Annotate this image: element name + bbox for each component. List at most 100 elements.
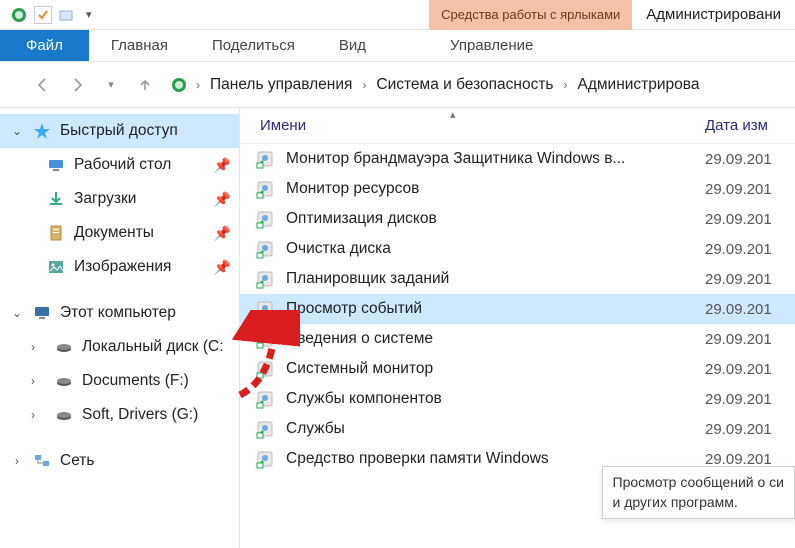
sidebar-item-label: Локальный диск (C: [82,338,224,356]
crumb-2[interactable]: Администрирова [576,74,702,96]
sidebar-item-label: Документы [74,224,154,242]
new-folder-icon[interactable] [58,6,76,24]
sort-indicator-icon: ▴ [450,108,456,121]
app-icon [10,6,28,24]
caret-down-icon[interactable]: ⌄ [10,306,24,320]
list-item[interactable]: Просмотр событий29.09.201 [240,294,795,324]
control-panel-icon [170,76,188,94]
shortcut-icon [254,208,276,230]
file-date: 29.09.201 [705,151,795,168]
sidebar-item-label: Soft, Drivers (G:) [82,406,198,424]
up-button[interactable] [132,72,158,98]
file-name: Монитор брандмауэра Защитника Windows в.… [286,150,705,168]
caret-right-icon[interactable]: › [26,340,40,354]
tab-manage[interactable]: Управление [428,30,555,61]
ribbon-context-label: Средства работы с ярлыками [429,0,632,30]
crumb-0[interactable]: Панель управления [208,74,354,96]
pin-icon[interactable]: 📌 [214,157,231,174]
sidebar-item[interactable]: › Soft, Drivers (G:) [0,398,239,432]
list-item[interactable]: Планировщик заданий29.09.201 [240,264,795,294]
caret-right-icon[interactable]: › [10,454,24,468]
file-name: Службы [286,420,705,438]
column-headers: Имени Дата изм [240,108,795,144]
tab-file[interactable]: Файл [0,30,89,61]
file-name: Службы компонентов [286,390,705,408]
column-name[interactable]: Имени [240,117,705,134]
tab-share[interactable]: Поделиться [190,30,317,61]
file-date: 29.09.201 [705,271,795,288]
qat-dropdown-icon[interactable]: ▾ [82,8,96,21]
disk-icon [54,405,74,425]
list-item[interactable]: Монитор ресурсов29.09.201 [240,174,795,204]
pin-icon[interactable]: 📌 [214,225,231,242]
back-button[interactable] [30,72,56,98]
file-date: 29.09.201 [705,331,795,348]
sidebar-item-quick-access[interactable]: ⌄ Быстрый доступ [0,114,239,148]
network-icon [32,451,52,471]
list-item[interactable]: Службы29.09.201 [240,414,795,444]
caret-right-icon[interactable]: › [26,374,40,388]
chevron-right-icon[interactable]: › [562,78,570,92]
recent-dropdown-icon[interactable]: ▾ [98,72,124,98]
tooltip-line1: Просмотр сообщений о си [613,473,784,493]
shortcut-icon [254,148,276,170]
shortcut-icon [254,388,276,410]
sidebar-item-label: Загрузки [74,190,136,208]
pin-icon[interactable]: 📌 [214,259,231,276]
list-item[interactable]: Оптимизация дисков29.09.201 [240,204,795,234]
sidebar-item-this-pc[interactable]: ⌄ Этот компьютер [0,296,239,330]
list-item[interactable]: Сведения о системе29.09.201 [240,324,795,354]
sidebar-item[interactable]: Документы 📌 [0,216,239,250]
sidebar-item-label: Documents (F:) [82,372,189,390]
disk-icon [54,337,74,357]
list-item[interactable]: Монитор брандмауэра Защитника Windows в.… [240,144,795,174]
quick-access-toolbar: ▾ [0,6,96,24]
list-item[interactable]: Очистка диска29.09.201 [240,234,795,264]
properties-icon[interactable] [34,6,52,24]
sidebar-item[interactable]: › Локальный диск (C: [0,330,239,364]
sidebar: ⌄ Быстрый доступ Рабочий стол📌Загрузки📌Д… [0,108,240,548]
shortcut-icon [254,418,276,440]
shortcut-icon [254,238,276,260]
sidebar-item[interactable]: Изображения📌 [0,250,239,284]
sidebar-item[interactable]: Загрузки 📌 [0,182,239,216]
file-name: Оптимизация дисков [286,210,705,228]
breadcrumb[interactable]: › Панель управления › Система и безопасн… [166,74,785,96]
column-name-label: Имени [260,117,306,134]
file-name: Планировщик заданий [286,270,705,288]
computer-icon [32,303,52,323]
caret-down-icon[interactable]: ⌄ [10,124,24,138]
chevron-right-icon[interactable]: › [360,78,368,92]
sidebar-item-label: Рабочий стол [74,156,171,174]
forward-button[interactable] [64,72,90,98]
crumb-1[interactable]: Система и безопасность [374,74,555,96]
sidebar-label: Этот компьютер [60,304,176,322]
chevron-right-icon[interactable]: › [194,78,202,92]
tab-home[interactable]: Главная [89,30,190,61]
caret-right-icon[interactable]: › [26,408,40,422]
shortcut-icon [254,178,276,200]
sidebar-item[interactable]: › Documents (F:) [0,364,239,398]
list-item[interactable]: Системный монитор29.09.201 [240,354,795,384]
column-date[interactable]: Дата изм [705,117,795,134]
file-date: 29.09.201 [705,181,795,198]
file-date: 29.09.201 [705,301,795,318]
tab-view[interactable]: Вид [317,30,388,61]
window-title: Администрировани [632,0,795,29]
shortcut-icon [254,298,276,320]
sidebar-item[interactable]: Рабочий стол 📌 [0,148,239,182]
sidebar-item-network[interactable]: › Сеть [0,444,239,478]
file-date: 29.09.201 [705,361,795,378]
list-item[interactable]: Службы компонентов29.09.201 [240,384,795,414]
file-name: Монитор ресурсов [286,180,705,198]
file-name: Системный монитор [286,360,705,378]
main-area: ⌄ Быстрый доступ Рабочий стол📌Загрузки📌Д… [0,108,795,548]
ribbon-tabs: Файл Главная Поделиться Вид Управление [0,30,795,62]
tooltip: Просмотр сообщений о си и других програм… [602,466,795,519]
shortcut-icon [254,328,276,350]
file-date: 29.09.201 [705,421,795,438]
shortcut-icon [254,268,276,290]
content-pane: ▴ Имени Дата изм Монитор брандмауэра Защ… [240,108,795,548]
file-date: 29.09.201 [705,451,795,468]
pin-icon[interactable]: 📌 [214,191,231,208]
